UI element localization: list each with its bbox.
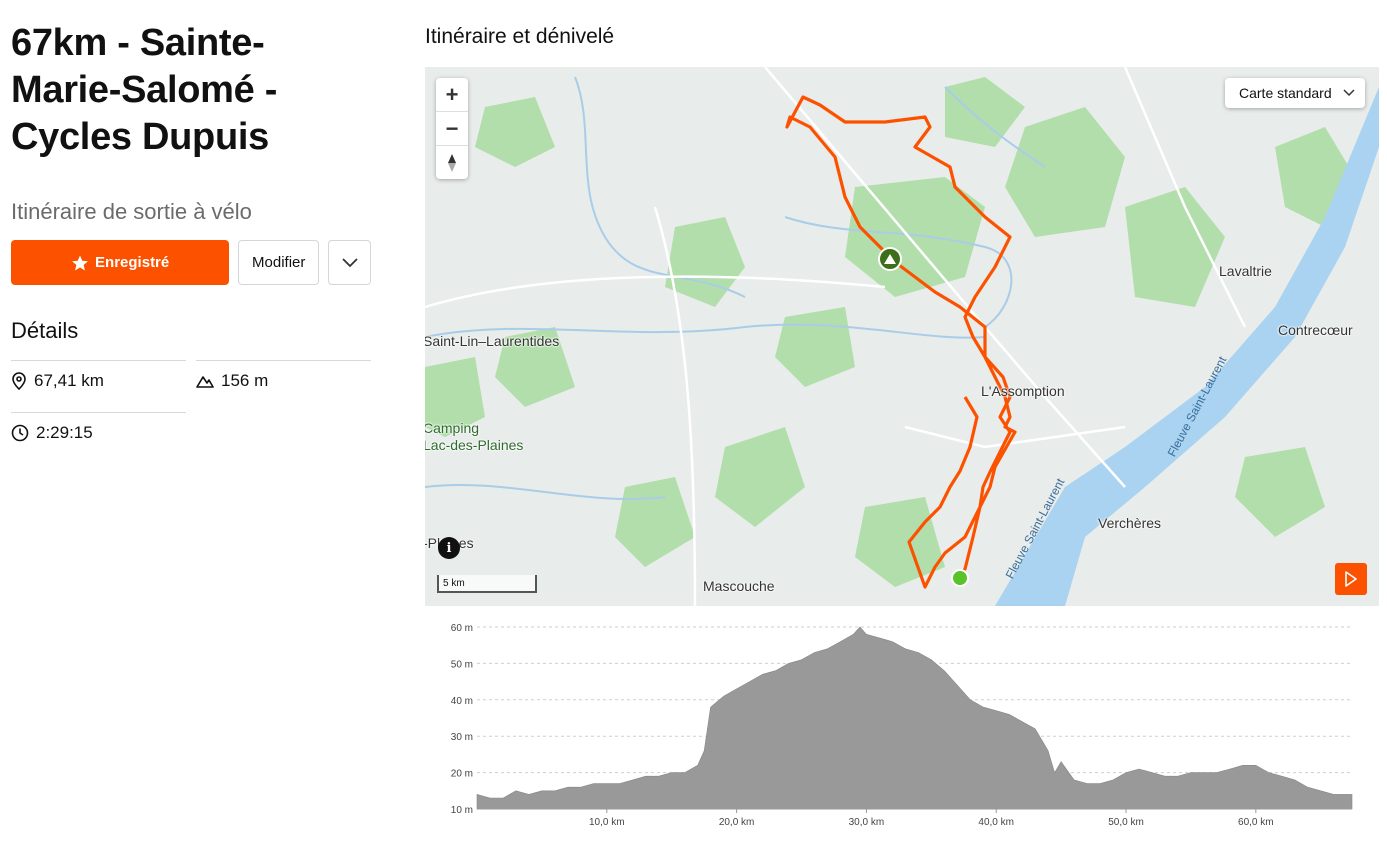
flyover-play-button[interactable] — [1335, 563, 1367, 595]
duration-value: 2:29:15 — [36, 423, 93, 442]
zoom-controls: + − — [436, 78, 468, 179]
compass-icon — [448, 153, 456, 172]
star-icon — [72, 255, 88, 270]
map-scale: 5 km — [437, 575, 537, 593]
chevron-down-icon — [341, 257, 358, 267]
elevation-area — [476, 626, 1353, 810]
map-info-button[interactable]: i — [438, 537, 460, 559]
place-label-mascouche: Mascouche — [703, 578, 775, 594]
compass-button[interactable] — [436, 146, 468, 179]
start-marker — [951, 569, 969, 587]
zoom-in-button[interactable]: + — [436, 78, 468, 112]
place-label-contrecoeur: Contrecœur — [1278, 322, 1353, 338]
map-style-select[interactable]: Carte standard — [1225, 78, 1365, 108]
map-canvas[interactable] — [425, 67, 1379, 606]
stat-elevation: 156 m — [196, 360, 371, 391]
map-section-title: Itinéraire et dénivelé — [425, 25, 615, 48]
location-pin-icon — [12, 372, 26, 390]
elevation-chart[interactable]: 10 m 20 m 30 m 40 m 50 m 60 m 10,0 km 20,0 km 30… — [425, 615, 1387, 842]
route-title: 67km - Sainte-Marie-Salomé - Cycles Dupu… — [11, 22, 278, 158]
elevation-value: 156 m — [221, 371, 269, 390]
action-bar: Enregistré Modifier — [11, 240, 371, 285]
distance-value: 67,41 km — [34, 371, 104, 390]
y-tick-label: 40 m — [451, 696, 473, 707]
zoom-out-button[interactable]: − — [436, 112, 468, 146]
mountain-icon — [196, 376, 214, 388]
place-label-saint-lin: Saint-Lin–Laurentides — [425, 333, 560, 349]
place-label-lavaltrie: Lavaltrie — [1219, 263, 1272, 279]
saved-button[interactable]: Enregistré — [11, 240, 230, 285]
map-style-label: Carte standard — [1239, 85, 1332, 101]
clock-icon — [11, 424, 29, 442]
x-tick-label: 50,0 km — [1108, 817, 1144, 828]
x-tick-label: 10,0 km — [589, 817, 625, 828]
place-label-vercheres: Verchères — [1098, 515, 1162, 531]
campsite-marker — [878, 247, 902, 271]
place-label-camping: Camping — [425, 420, 480, 436]
y-tick-label: 10 m — [451, 805, 473, 816]
route-subtitle: Itinéraire de sortie à vélo — [11, 199, 252, 224]
chevron-down-icon — [1343, 89, 1355, 97]
details-heading: Détails — [11, 318, 79, 343]
y-tick-label: 30 m — [451, 732, 473, 743]
stat-distance: 67,41 km — [11, 360, 186, 391]
edit-button[interactable]: Modifier — [238, 240, 320, 285]
y-tick-label: 60 m — [451, 623, 473, 634]
x-tick-label: 30,0 km — [849, 817, 885, 828]
place-label-lassomption: L'Assomption — [981, 383, 1065, 399]
more-options-button[interactable] — [328, 240, 371, 285]
stat-duration: 2:29:15 — [11, 412, 186, 443]
route-map[interactable]: + − Carte standard Saint-Lin–Laurentides… — [425, 67, 1379, 606]
route-sidebar: 67km - Sainte-Marie-Salomé - Cycles Dupu… — [11, 20, 371, 460]
play-icon — [1345, 571, 1357, 587]
x-tick-label: 20,0 km — [719, 817, 755, 828]
y-tick-label: 50 m — [451, 659, 473, 670]
place-label-lac-des-plaines: Lac-des-Plaines — [425, 437, 524, 453]
x-tick-label: 40,0 km — [978, 817, 1014, 828]
stats-grid: 67,41 km 156 m 2:29:15 — [11, 360, 371, 460]
saved-button-label: Enregistré — [95, 254, 170, 271]
y-tick-label: 20 m — [451, 769, 473, 780]
x-tick-label: 60,0 km — [1238, 817, 1274, 828]
